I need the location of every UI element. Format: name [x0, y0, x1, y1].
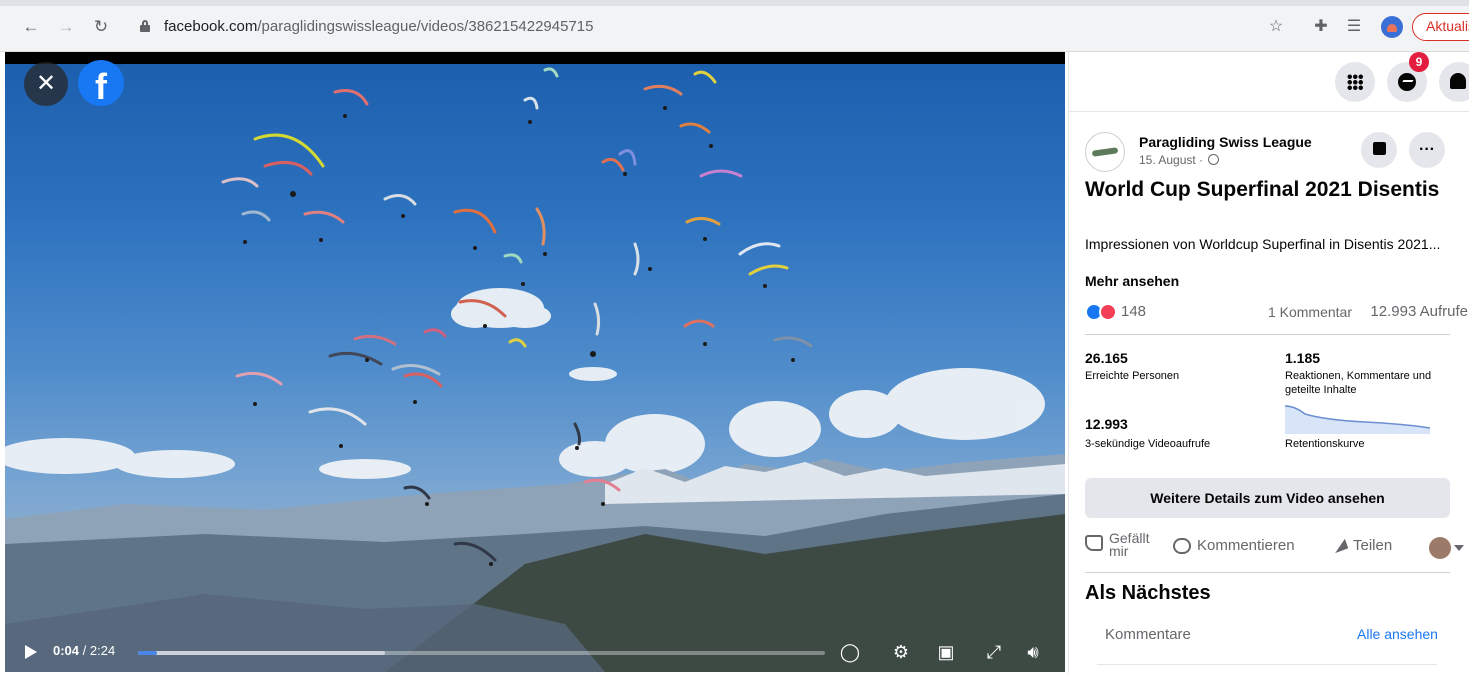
back-arrow-icon[interactable]: ← [20, 16, 42, 38]
menu-button[interactable] [1335, 62, 1375, 102]
settings-gear-icon[interactable]: ⚙ [889, 640, 913, 664]
comment-label: Kommentieren [1197, 537, 1295, 554]
update-button[interactable]: Aktualisieren [1412, 13, 1469, 41]
video-description: Impressionen von Worldcup Superfinal in … [1085, 236, 1441, 252]
reaction-count[interactable]: 148 [1121, 303, 1146, 320]
profile-avatar[interactable] [1381, 16, 1403, 38]
buffered-bar [138, 651, 386, 655]
menu-grid-icon [1347, 74, 1363, 90]
play-icon[interactable] [25, 645, 37, 659]
retention-curve-chart[interactable] [1285, 404, 1430, 434]
reload-icon[interactable]: ↻ [90, 16, 112, 38]
notification-badge: 9 [1409, 52, 1429, 72]
divider [1085, 334, 1450, 335]
captions-icon[interactable]: ◯ [838, 640, 862, 664]
current-time: 0:04 [53, 643, 80, 658]
view-count: 12.993 Aufrufe [1370, 303, 1468, 320]
post-actions: Gefällt mir Kommentieren Teilen [1085, 528, 1465, 568]
browser-toolbar: ← → ↻ facebook.com/paraglidingswissleagu… [0, 0, 1469, 52]
up-next-heading: Als Nächstes [1085, 582, 1211, 604]
player-controls: 0:04 / 2:24 ◯ ⚙ ▣ ⤢ 🔊︎ [5, 630, 1065, 672]
comment-bubble-icon [1173, 538, 1191, 555]
bookmark-star-icon[interactable]: ☆ [1265, 16, 1287, 38]
comment-button[interactable]: Kommentieren [1173, 537, 1295, 577]
edit-post-button[interactable] [1361, 132, 1397, 168]
facebook-logo[interactable]: f [78, 60, 124, 107]
thumbs-up-icon [1085, 535, 1103, 551]
tab-strip [0, 0, 1469, 6]
share-arrow-icon [1331, 538, 1349, 554]
comment-count[interactable]: 1 Kommentar [1268, 304, 1352, 320]
video-player[interactable]: ✕ f [5, 52, 1065, 672]
comments-tab[interactable]: Kommentare [1105, 626, 1191, 643]
edit-icon [1372, 142, 1386, 155]
see-more-link[interactable]: Mehr ansehen [1085, 273, 1179, 289]
love-reaction-icon [1099, 303, 1117, 321]
audience-avatar[interactable] [1429, 537, 1451, 559]
notifications-button[interactable] [1439, 62, 1469, 102]
progress-bar[interactable] [138, 651, 825, 655]
paragliders-scene [5, 67, 1065, 672]
engagement-value: 1.185 [1285, 350, 1321, 366]
address-bar[interactable]: facebook.com/paraglidingswissleague/vide… [130, 12, 1250, 42]
bell-icon [1450, 73, 1466, 89]
video-info-panel: 9 Paragliding Swiss League 15. August · … [1068, 52, 1469, 673]
like-button[interactable]: Gefällt mir [1085, 528, 1150, 568]
picture-in-picture-icon[interactable]: ▣ [934, 640, 958, 664]
reach-value: 26.165 [1085, 350, 1128, 366]
reactions-bar: 148 1 Kommentar 12.993 Aufrufe [1085, 302, 1468, 322]
comment-list [1097, 664, 1437, 673]
post-date[interactable]: 15. August · [1139, 153, 1220, 167]
share-button[interactable]: Teilen [1331, 537, 1393, 577]
progress-fill [138, 651, 158, 655]
page-name[interactable]: Paragliding Swiss League [1139, 134, 1312, 150]
messenger-icon [1398, 73, 1416, 91]
extensions-puzzle-icon[interactable]: ✚ [1310, 16, 1332, 38]
fullscreen-icon[interactable]: ⤢ [982, 640, 1006, 664]
more-options-button[interactable]: ··· [1409, 132, 1445, 168]
engagement-label: Reaktionen, Kommentare und geteilte Inha… [1285, 370, 1432, 396]
close-icon[interactable]: ✕ [24, 62, 68, 106]
duration: / 2:24 [82, 643, 116, 658]
views-label: 3-sekündige Videoaufrufe [1085, 438, 1211, 450]
lock-icon [140, 20, 150, 32]
chevron-down-icon[interactable] [1454, 545, 1464, 551]
video-details-button[interactable]: Weitere Details zum Video ansehen [1085, 478, 1450, 518]
retention-label: Retentionskurve [1285, 438, 1365, 450]
like-label: Gefällt mir [1109, 530, 1150, 559]
reach-label: Erreichte Personen [1085, 370, 1180, 382]
forward-arrow-icon[interactable]: → [55, 16, 77, 38]
share-label: Teilen [1353, 537, 1393, 554]
panel-header: 9 [1069, 52, 1469, 112]
page-avatar[interactable] [1085, 132, 1125, 172]
volume-icon[interactable]: 🔊︎ [1021, 640, 1045, 664]
divider [1085, 572, 1450, 573]
time-display: 0:04 / 2:24 [53, 643, 115, 658]
see-all-link[interactable]: Alle ansehen [1357, 626, 1438, 642]
url-text: facebook.com/paraglidingswissleague/vide… [164, 18, 594, 35]
video-title: World Cup Superfinal 2021 Disentis [1085, 178, 1440, 201]
views-value: 12.993 [1085, 416, 1128, 432]
reading-list-icon[interactable]: ☰ [1343, 16, 1365, 38]
globe-icon [1208, 154, 1220, 165]
